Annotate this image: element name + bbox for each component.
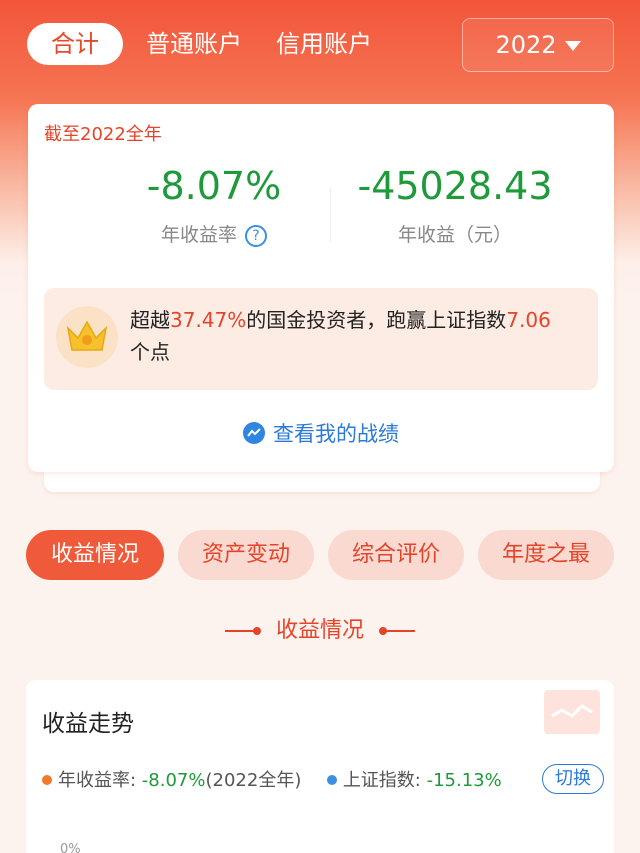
view-record-link[interactable]: 查看我的战绩 (28, 418, 614, 448)
summary-heading: 截至2022全年 (44, 124, 162, 145)
tab-normal-account[interactable]: 普通账户 (146, 23, 242, 65)
trend-title: 收益走势 (42, 711, 134, 737)
legend-dot-own (42, 775, 52, 785)
crown-icon (56, 306, 118, 368)
beat-investors-box: 超越37.47%的国金投资者，跑赢上证指数7.06 个点 (44, 288, 598, 390)
top-bar: 合计 普通账户 信用账户 2022 (0, 0, 640, 90)
trend-card: 收益走势 年收益率: -8.07%(2022全年) 上证指数: -15.13% … (26, 680, 614, 853)
segment-profit[interactable]: 收益情况 (26, 530, 164, 580)
section-title-row: 收益情况 (0, 612, 640, 644)
section-dash-left (224, 627, 261, 635)
chart-thumbnail-icon (544, 690, 600, 734)
legend-dot-index (326, 775, 337, 785)
help-icon[interactable]: ? (245, 224, 267, 247)
beat-middle: 的国金投资者，跑赢上证指数 (246, 308, 507, 332)
section-dash-right (379, 627, 415, 635)
beat-percent: 37.47% (170, 308, 247, 332)
segment-assets[interactable]: 资产变动 (178, 530, 314, 580)
legend-own-value: -8.07% (141, 770, 206, 791)
section-title: 收益情况 (275, 618, 364, 643)
annual-return-rate-label-row: 年收益率? (126, 220, 302, 247)
annual-profit-label: 年收益（元） (397, 224, 512, 246)
beat-prefix: 超越 (130, 308, 170, 332)
chart-link-icon (243, 422, 265, 444)
trend-legend: 年收益率: -8.07%(2022全年) 上证指数: -15.13% (42, 766, 502, 792)
axis-zero-label: 0% (60, 842, 81, 853)
view-record-label: 查看我的战绩 (273, 422, 399, 446)
annual-return-rate-label: 年收益率 (160, 224, 237, 246)
legend-own-label: 年收益率: (58, 770, 142, 791)
summary-card: 截至2022全年 -8.07% 年收益率? -45028.43 年收益（元） 超… (28, 104, 614, 472)
beat-investors-text: 超越37.47%的国金投资者，跑赢上证指数7.06 个点 (130, 304, 590, 368)
tab-total[interactable]: 合计 (27, 23, 123, 65)
annual-return-rate-value: -8.07% (146, 164, 282, 208)
beat-suffix: 个点 (130, 340, 170, 364)
legend-index-value: -15.13% (426, 770, 502, 791)
switch-button[interactable]: 切换 (542, 764, 604, 794)
caret-down-icon (564, 41, 581, 51)
legend-own-period: (2022全年) (205, 770, 302, 791)
year-select-value: 2022 (495, 31, 557, 59)
segment-yearly-best[interactable]: 年度之最 (478, 530, 614, 580)
segment-evaluation[interactable]: 综合评价 (328, 530, 464, 580)
metric-divider (330, 188, 331, 242)
beat-points: 7.06 (506, 308, 551, 332)
tab-credit-account[interactable]: 信用账户 (276, 23, 372, 65)
annual-profit-value: -45028.43 (357, 164, 553, 208)
legend-index-label: 上证指数: (342, 770, 427, 791)
year-select[interactable]: 2022 (462, 18, 614, 72)
